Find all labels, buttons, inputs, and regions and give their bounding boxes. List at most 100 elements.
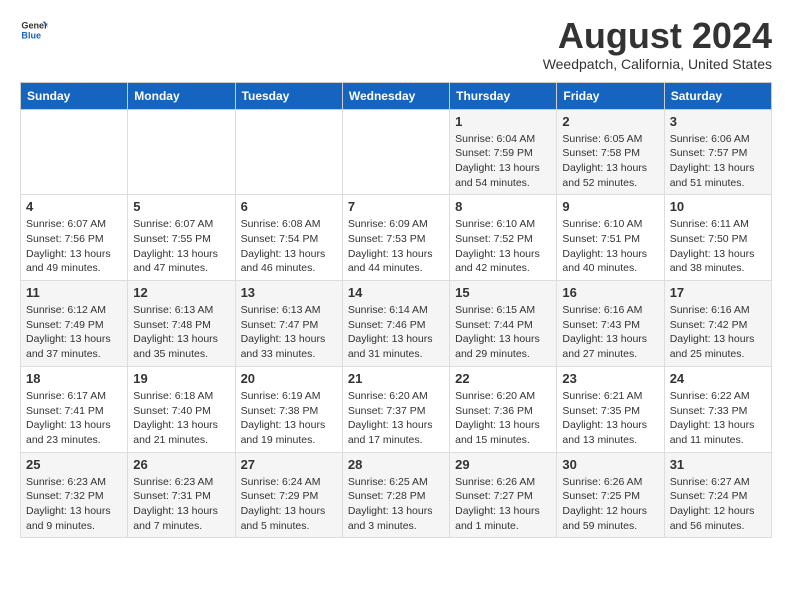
day-info: Sunrise: 6:21 AM Sunset: 7:35 PM Dayligh… bbox=[562, 389, 658, 448]
day-info: Sunrise: 6:19 AM Sunset: 7:38 PM Dayligh… bbox=[241, 389, 337, 448]
day-info: Sunrise: 6:23 AM Sunset: 7:31 PM Dayligh… bbox=[133, 475, 229, 534]
title-section: August 2024 Weedpatch, California, Unite… bbox=[543, 16, 772, 72]
day-number: 6 bbox=[241, 199, 337, 214]
day-number: 19 bbox=[133, 371, 229, 386]
day-number: 18 bbox=[26, 371, 122, 386]
day-info: Sunrise: 6:11 AM Sunset: 7:50 PM Dayligh… bbox=[670, 217, 766, 276]
calendar-week-1: 1Sunrise: 6:04 AM Sunset: 7:59 PM Daylig… bbox=[21, 109, 772, 195]
calendar-cell: 26 Sunrise: 6:23 AM Sunset: 7:31 PM Dayli… bbox=[128, 452, 235, 538]
day-info: Sunrise: 6:24 AM Sunset: 7:29 PM Dayligh… bbox=[241, 475, 337, 534]
day-number: 24 bbox=[670, 371, 766, 386]
header-saturday: Saturday bbox=[664, 82, 771, 109]
calendar-cell: 14Sunrise: 6:14 AM Sunset: 7:46 PM Dayli… bbox=[342, 281, 449, 367]
calendar-week-5: 25Sunrise: 6:23 AM Sunset: 7:32 PM Dayli… bbox=[21, 452, 772, 538]
day-number: 8 bbox=[455, 199, 551, 214]
calendar-week-4: 18 Sunrise: 6:17 AM Sunset: 7:41 PM Dayli… bbox=[21, 366, 772, 452]
calendar-cell: 19Sunrise: 6:18 AM Sunset: 7:40 PM Dayli… bbox=[128, 366, 235, 452]
header-sunday: Sunday bbox=[21, 82, 128, 109]
day-info: Sunrise: 6:13 AM Sunset: 7:47 PM Dayligh… bbox=[241, 303, 337, 362]
day-info: Sunrise: 6:22 AM Sunset: 7:33 PM Dayligh… bbox=[670, 389, 766, 448]
header-monday: Monday bbox=[128, 82, 235, 109]
day-number: 14 bbox=[348, 285, 444, 300]
calendar-cell: 8 Sunrise: 6:10 AM Sunset: 7:52 PM Daylig… bbox=[450, 195, 557, 281]
header-tuesday: Tuesday bbox=[235, 82, 342, 109]
day-info: Sunrise: 6:07 AM Sunset: 7:56 PM Dayligh… bbox=[26, 217, 122, 276]
day-number: 30 bbox=[562, 457, 658, 472]
day-info: Sunrise: 6:25 AM Sunset: 7:28 PM Dayligh… bbox=[348, 475, 444, 534]
calendar-cell: 11 Sunrise: 6:12 AM Sunset: 7:49 PM Dayli… bbox=[21, 281, 128, 367]
calendar-week-3: 11 Sunrise: 6:12 AM Sunset: 7:49 PM Dayli… bbox=[21, 281, 772, 367]
weekday-row: Sunday Monday Tuesday Wednesday Thursday… bbox=[21, 82, 772, 109]
day-number: 22 bbox=[455, 371, 551, 386]
day-info: Sunrise: 6:26 AM Sunset: 7:25 PM Dayligh… bbox=[562, 475, 658, 534]
calendar-cell: 30 Sunrise: 6:26 AM Sunset: 7:25 PM Dayli… bbox=[557, 452, 664, 538]
day-number: 1 bbox=[455, 114, 551, 129]
day-number: 5 bbox=[133, 199, 229, 214]
day-number: 20 bbox=[241, 371, 337, 386]
day-number: 26 bbox=[133, 457, 229, 472]
calendar-cell: 29Sunrise: 6:26 AM Sunset: 7:27 PM Dayli… bbox=[450, 452, 557, 538]
day-info: Sunrise: 6:10 AM Sunset: 7:51 PM Dayligh… bbox=[562, 217, 658, 276]
day-number: 4 bbox=[26, 199, 122, 214]
calendar-cell: 13 Sunrise: 6:13 AM Sunset: 7:47 PM Dayli… bbox=[235, 281, 342, 367]
day-number: 21 bbox=[348, 371, 444, 386]
svg-text:Blue: Blue bbox=[21, 30, 41, 40]
calendar-cell bbox=[342, 109, 449, 195]
day-info: Sunrise: 6:27 AM Sunset: 7:24 PM Dayligh… bbox=[670, 475, 766, 534]
calendar-cell: 21 Sunrise: 6:20 AM Sunset: 7:37 PM Dayli… bbox=[342, 366, 449, 452]
calendar-cell: 27 Sunrise: 6:24 AM Sunset: 7:29 PM Dayli… bbox=[235, 452, 342, 538]
calendar-cell: 10 Sunrise: 6:11 AM Sunset: 7:50 PM Dayli… bbox=[664, 195, 771, 281]
header-wednesday: Wednesday bbox=[342, 82, 449, 109]
calendar-cell: 28 Sunrise: 6:25 AM Sunset: 7:28 PM Dayli… bbox=[342, 452, 449, 538]
day-info: Sunrise: 6:20 AM Sunset: 7:37 PM Dayligh… bbox=[348, 389, 444, 448]
day-number: 3 bbox=[670, 114, 766, 129]
header-thursday: Thursday bbox=[450, 82, 557, 109]
calendar-cell: 4 Sunrise: 6:07 AM Sunset: 7:56 PM Daylig… bbox=[21, 195, 128, 281]
calendar-header: Sunday Monday Tuesday Wednesday Thursday… bbox=[21, 82, 772, 109]
day-info: Sunrise: 6:10 AM Sunset: 7:52 PM Dayligh… bbox=[455, 217, 551, 276]
day-number: 11 bbox=[26, 285, 122, 300]
calendar-body: 1Sunrise: 6:04 AM Sunset: 7:59 PM Daylig… bbox=[21, 109, 772, 538]
day-info: Sunrise: 6:26 AM Sunset: 7:27 PM Dayligh… bbox=[455, 475, 551, 534]
day-info: Sunrise: 6:23 AM Sunset: 7:32 PM Dayligh… bbox=[26, 475, 122, 534]
calendar-cell: 22 Sunrise: 6:20 AM Sunset: 7:36 PM Dayli… bbox=[450, 366, 557, 452]
calendar-subtitle: Weedpatch, California, United States bbox=[543, 56, 772, 72]
logo: General Blue bbox=[20, 16, 48, 44]
day-number: 23 bbox=[562, 371, 658, 386]
calendar-cell: 6 Sunrise: 6:08 AM Sunset: 7:54 PM Daylig… bbox=[235, 195, 342, 281]
day-info: Sunrise: 6:17 AM Sunset: 7:41 PM Dayligh… bbox=[26, 389, 122, 448]
day-info: Sunrise: 6:16 AM Sunset: 7:42 PM Dayligh… bbox=[670, 303, 766, 362]
calendar-cell bbox=[128, 109, 235, 195]
calendar-table: Sunday Monday Tuesday Wednesday Thursday… bbox=[20, 82, 772, 539]
calendar-cell: 2Sunrise: 6:05 AM Sunset: 7:58 PM Daylig… bbox=[557, 109, 664, 195]
day-info: Sunrise: 6:08 AM Sunset: 7:54 PM Dayligh… bbox=[241, 217, 337, 276]
day-info: Sunrise: 6:20 AM Sunset: 7:36 PM Dayligh… bbox=[455, 389, 551, 448]
calendar-cell: 17Sunrise: 6:16 AM Sunset: 7:42 PM Dayli… bbox=[664, 281, 771, 367]
header-friday: Friday bbox=[557, 82, 664, 109]
day-number: 10 bbox=[670, 199, 766, 214]
day-number: 28 bbox=[348, 457, 444, 472]
day-number: 7 bbox=[348, 199, 444, 214]
calendar-cell: 23 Sunrise: 6:21 AM Sunset: 7:35 PM Dayli… bbox=[557, 366, 664, 452]
day-number: 16 bbox=[562, 285, 658, 300]
day-number: 31 bbox=[670, 457, 766, 472]
day-info: Sunrise: 6:07 AM Sunset: 7:55 PM Dayligh… bbox=[133, 217, 229, 276]
calendar-cell: 31 Sunrise: 6:27 AM Sunset: 7:24 PM Dayli… bbox=[664, 452, 771, 538]
day-info: Sunrise: 6:16 AM Sunset: 7:43 PM Dayligh… bbox=[562, 303, 658, 362]
calendar-cell: 25Sunrise: 6:23 AM Sunset: 7:32 PM Dayli… bbox=[21, 452, 128, 538]
calendar-title: August 2024 bbox=[543, 16, 772, 56]
calendar-cell: 15Sunrise: 6:15 AM Sunset: 7:44 PM Dayli… bbox=[450, 281, 557, 367]
calendar-cell: 3Sunrise: 6:06 AM Sunset: 7:57 PM Daylig… bbox=[664, 109, 771, 195]
calendar-week-2: 4 Sunrise: 6:07 AM Sunset: 7:56 PM Daylig… bbox=[21, 195, 772, 281]
day-info: Sunrise: 6:15 AM Sunset: 7:44 PM Dayligh… bbox=[455, 303, 551, 362]
day-number: 27 bbox=[241, 457, 337, 472]
logo-icon: General Blue bbox=[20, 16, 48, 44]
day-number: 9 bbox=[562, 199, 658, 214]
page-header: General Blue August 2024 Weedpatch, Cali… bbox=[20, 16, 772, 72]
day-info: Sunrise: 6:12 AM Sunset: 7:49 PM Dayligh… bbox=[26, 303, 122, 362]
calendar-cell: 7 Sunrise: 6:09 AM Sunset: 7:53 PM Daylig… bbox=[342, 195, 449, 281]
day-info: Sunrise: 6:09 AM Sunset: 7:53 PM Dayligh… bbox=[348, 217, 444, 276]
calendar-cell: 12Sunrise: 6:13 AM Sunset: 7:48 PM Dayli… bbox=[128, 281, 235, 367]
day-number: 13 bbox=[241, 285, 337, 300]
calendar-cell: 1Sunrise: 6:04 AM Sunset: 7:59 PM Daylig… bbox=[450, 109, 557, 195]
